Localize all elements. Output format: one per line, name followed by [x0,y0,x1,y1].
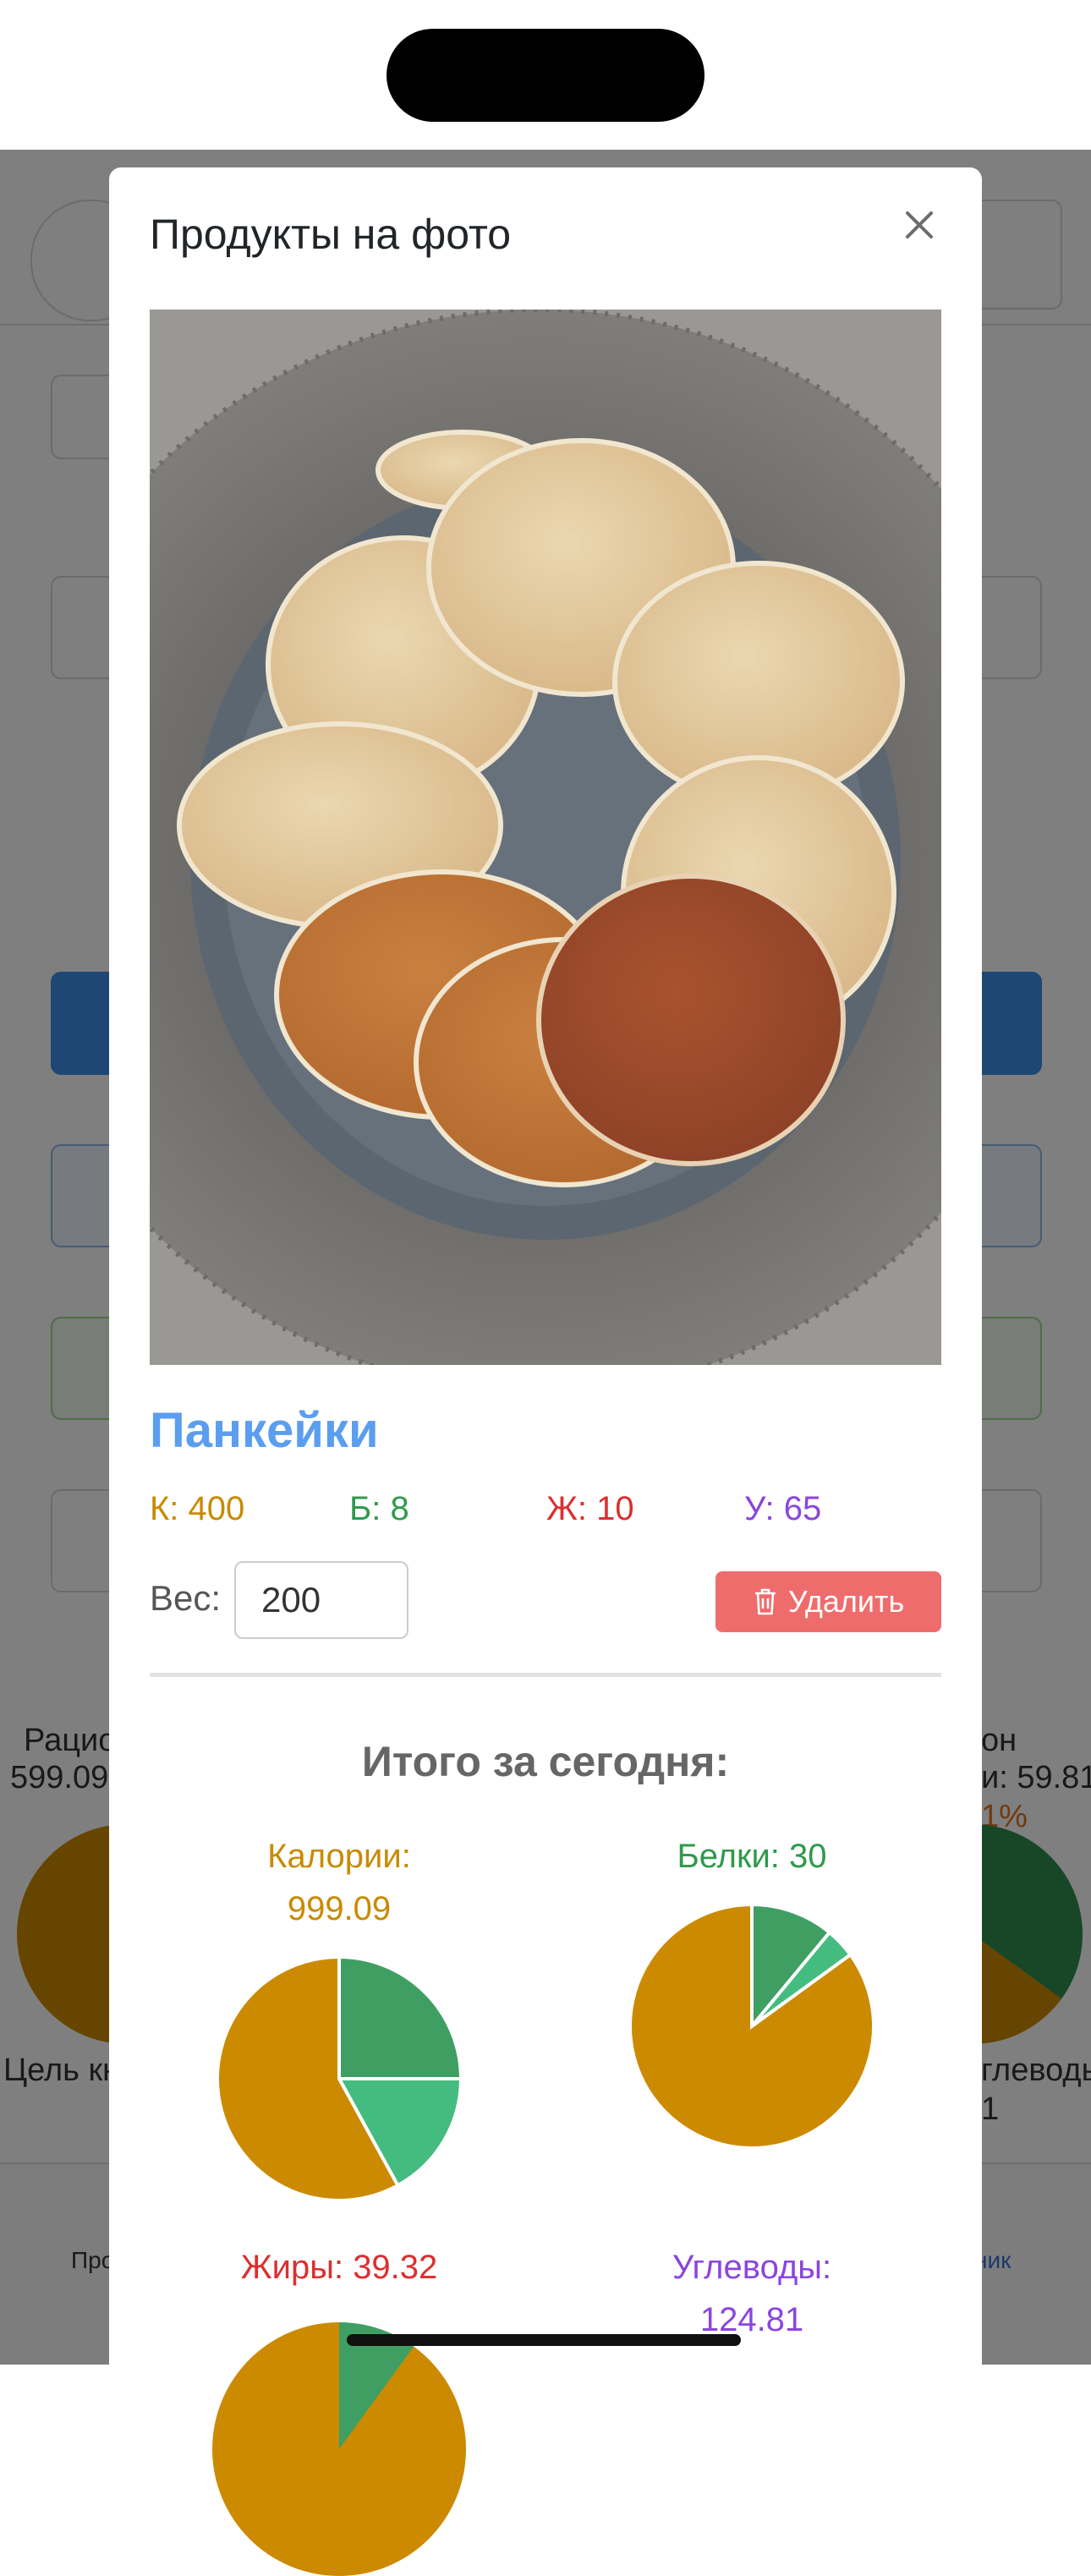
product-name: Панкейки [150,1403,379,1458]
protein-pie [628,1902,875,2150]
fat-value: Ж: 10 [546,1490,634,1527]
weight-label: Вес: [150,1578,222,1618]
protein-label: Белки: 30 [677,1838,827,1875]
dynamic-island [387,29,704,122]
protein-value: Б: 8 [349,1490,409,1527]
close-button[interactable] [899,205,940,245]
delete-label: Удалить [787,1584,905,1619]
photo-products-modal: Продукты на фото Панкейки К: 400 Б: 8 Ж:… [109,167,982,2576]
fat-chart: Жиры: 39.32 [170,2241,508,2576]
modal-title: Продукты на фото [150,211,512,258]
calories-label: Калории: [267,1838,411,1875]
food-photo [150,310,941,1365]
section-divider [150,1673,941,1677]
calories-pie [216,1954,463,2202]
delete-button[interactable]: Удалить [715,1571,941,1632]
home-indicator [347,2334,741,2346]
calories-chart: Калории: 999.09 [170,1830,508,2206]
fat-pie-partial [212,2322,466,2576]
close-icon [906,211,933,238]
calories-value: К: 400 [150,1490,245,1527]
fat-label: Жиры: 39.32 [240,2249,438,2286]
pie-slice-0-0 [337,1954,463,2080]
status-bar [0,0,1091,150]
totals-title: Итого за сегодня: [361,1738,730,1785]
carbs-label: Углеводы: [672,2249,832,2286]
trash-icon [754,1588,776,1615]
weight-input[interactable] [234,1561,408,1639]
carbs-value: У: 65 [744,1490,822,1527]
carbs-chart: Углеводы: 124.81 [583,2241,921,2346]
calories-total: 999.09 [287,1890,392,1927]
protein-chart: Белки: 30 [583,1830,921,2153]
